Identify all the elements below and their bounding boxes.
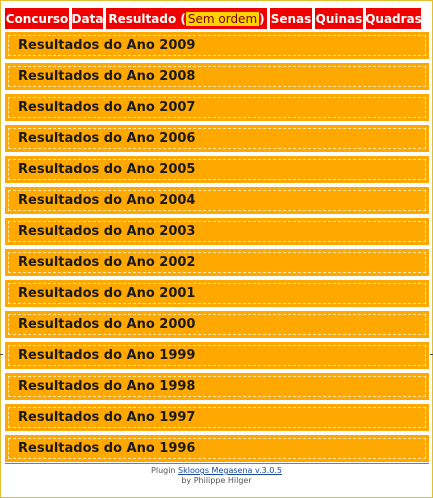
year-bar[interactable]: Resultados do Ano 1998 <box>5 373 429 400</box>
footer-byline: by Philippe Hilger <box>181 476 252 485</box>
header-quinas[interactable]: Quinas <box>314 7 364 30</box>
header-resultado-label: Resultado ( <box>108 11 186 26</box>
year-label: Resultados do Ano 2004 <box>18 193 196 208</box>
year-bar[interactable]: Resultados do Ano 2006 <box>5 125 429 152</box>
plugin-frame: Concurso Data Resultado (Sem ordem) Sena… <box>0 0 433 498</box>
year-bar[interactable]: Resultados do Ano 2003 <box>5 218 429 245</box>
year-label: Resultados do Ano 2001 <box>18 286 196 301</box>
year-bar[interactable]: Resultados do Ano 1997 <box>5 404 429 431</box>
footer-divider <box>5 463 429 464</box>
results-header-row: Concurso Data Resultado (Sem ordem) Sena… <box>4 7 422 30</box>
year-bar[interactable]: Resultados do Ano 2007 <box>5 94 429 121</box>
left-tick-mark <box>0 354 3 355</box>
year-bar[interactable]: Resultados do Ano 2002 <box>5 249 429 276</box>
header-concurso[interactable]: Concurso <box>4 7 70 30</box>
year-label: Resultados do Ano 2002 <box>18 255 196 270</box>
year-label: Resultados do Ano 1997 <box>18 410 196 425</box>
year-label: Resultados do Ano 2007 <box>18 100 196 115</box>
year-bar[interactable]: Resultados do Ano 2008 <box>5 63 429 90</box>
header-quadras[interactable]: Quadras <box>365 7 422 30</box>
header-data[interactable]: Data <box>71 7 104 30</box>
plugin-link[interactable]: Skloogs Megasena v.3.0.5 <box>178 466 282 475</box>
year-bar[interactable]: Resultados do Ano 2001 <box>5 280 429 307</box>
year-label: Resultados do Ano 1996 <box>18 441 196 456</box>
year-bar[interactable]: Resultados do Ano 1996 <box>5 435 429 462</box>
year-label: Resultados do Ano 2003 <box>18 224 196 239</box>
year-label: Resultados do Ano 2006 <box>18 131 196 146</box>
footer-plugin-line: Plugin Skloogs Megasena v.3.0.5 <box>1 466 432 476</box>
year-label: Resultados do Ano 2008 <box>18 69 196 84</box>
year-label: Resultados do Ano 1998 <box>18 379 196 394</box>
footer: Plugin Skloogs Megasena v.3.0.5 by Phili… <box>1 466 432 486</box>
year-label: Resultados do Ano 2005 <box>18 162 196 177</box>
year-bar[interactable]: Resultados do Ano 2004 <box>5 187 429 214</box>
year-bar[interactable]: Resultados do Ano 1999 <box>5 342 429 369</box>
header-resultado-close: ) <box>259 11 265 26</box>
year-label: Resultados do Ano 2009 <box>18 38 196 53</box>
year-bar[interactable]: Resultados do Ano 2009 <box>5 32 429 59</box>
footer-plugin-prefix: Plugin <box>151 466 179 475</box>
header-resultado[interactable]: Resultado (Sem ordem) <box>105 7 268 30</box>
year-bar[interactable]: Resultados do Ano 2000 <box>5 311 429 338</box>
header-senas[interactable]: Senas <box>269 7 313 30</box>
year-label: Resultados do Ano 2000 <box>18 317 196 332</box>
year-bar[interactable]: Resultados do Ano 2005 <box>5 156 429 183</box>
year-label: Resultados do Ano 1999 <box>18 348 196 363</box>
header-sem-ordem-tag[interactable]: Sem ordem <box>185 11 260 26</box>
